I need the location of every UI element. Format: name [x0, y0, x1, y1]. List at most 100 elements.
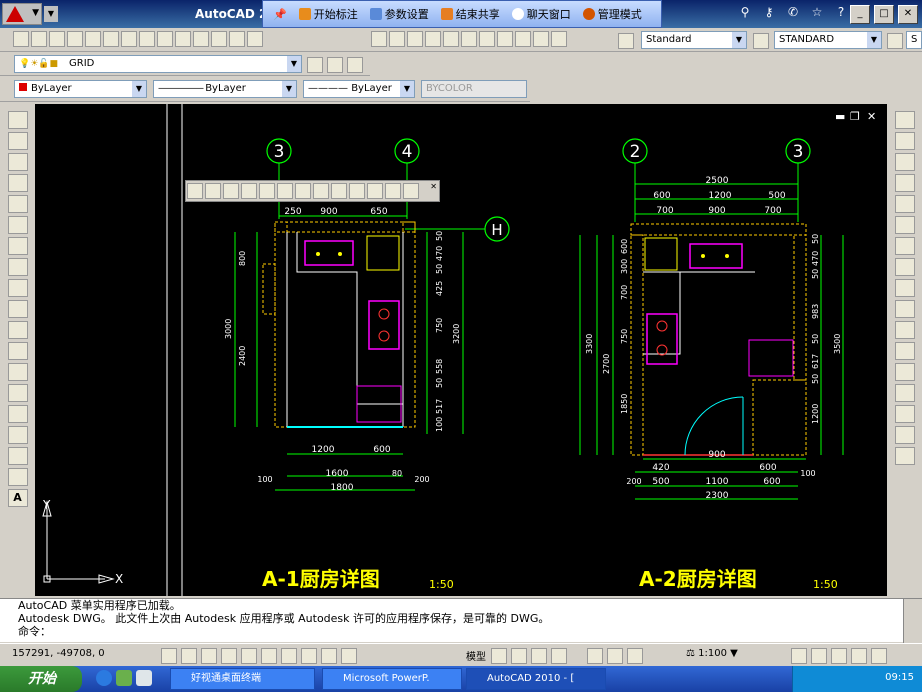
application-menu-button[interactable]: ▼ [2, 3, 42, 25]
radius-icon[interactable] [259, 183, 275, 199]
insert-block-icon[interactable] [7, 342, 28, 360]
break-at-point-icon[interactable] [894, 342, 915, 360]
jogged-icon[interactable] [277, 183, 293, 199]
design-center-icon[interactable] [461, 31, 477, 47]
linear-dim-icon[interactable] [187, 183, 203, 199]
circle-icon[interactable] [7, 237, 28, 255]
aligned-dim-icon[interactable] [205, 183, 221, 199]
dim-style-select[interactable]: STANDARD ▼ [774, 31, 882, 49]
continue-icon[interactable] [367, 183, 383, 199]
erase-icon[interactable] [894, 111, 915, 129]
properties-icon[interactable] [443, 31, 459, 47]
chamfer-icon[interactable] [894, 405, 915, 423]
undo-icon[interactable] [229, 31, 245, 47]
fillet-icon[interactable] [894, 426, 915, 444]
quick-view-drawings-icon[interactable] [531, 648, 547, 664]
print-icon[interactable] [67, 31, 83, 47]
polar-tracking-icon[interactable] [221, 648, 237, 664]
point-icon[interactable] [7, 384, 28, 402]
construction-line-icon[interactable] [7, 132, 28, 150]
copy-icon[interactable] [157, 31, 173, 47]
spline-icon[interactable] [7, 279, 28, 297]
layout-icon[interactable] [491, 648, 507, 664]
firefox-icon[interactable] [116, 670, 132, 686]
table-style-select[interactable]: S [906, 31, 922, 49]
quick-dim-icon[interactable] [331, 183, 347, 199]
zoom-realtime-icon[interactable] [389, 31, 405, 47]
match-properties-icon[interactable] [193, 31, 209, 47]
diameter-icon[interactable] [295, 183, 311, 199]
new-file-icon[interactable] [13, 31, 29, 47]
quick-view-layouts-icon[interactable] [511, 648, 527, 664]
collab-start-annotation-button[interactable]: 开始标注 [295, 6, 362, 22]
minimize-button[interactable]: _ [850, 5, 870, 24]
task-button[interactable]: AutoCAD 2010 - [ [466, 668, 606, 690]
pan-icon[interactable] [371, 31, 387, 47]
baseline-icon[interactable] [349, 183, 365, 199]
command-scrollbar[interactable] [903, 599, 922, 643]
angular-icon[interactable] [313, 183, 329, 199]
offset-icon[interactable] [894, 174, 915, 192]
dynamic-input-icon[interactable] [301, 648, 317, 664]
close-icon[interactable]: ✕ [430, 182, 437, 191]
region-icon[interactable] [7, 447, 28, 465]
desktop-icon[interactable] [136, 670, 152, 686]
mirror-icon[interactable] [894, 153, 915, 171]
formula-icon[interactable] [403, 183, 419, 199]
grid-display-icon[interactable] [181, 648, 197, 664]
arc-length-icon[interactable] [223, 183, 239, 199]
lock-icon[interactable] [811, 648, 827, 664]
object-snap-icon[interactable] [241, 648, 257, 664]
hatch-icon[interactable] [7, 405, 28, 423]
canvas-close-icon[interactable]: ✕ [867, 110, 876, 123]
canvas-minimize-icon[interactable]: ▬ [835, 110, 845, 123]
stretch-icon[interactable] [894, 279, 915, 297]
extend-icon[interactable] [894, 321, 915, 339]
ellipse-icon[interactable] [7, 300, 28, 318]
collab-chat-button[interactable]: 聊天窗口 [508, 6, 575, 22]
multiline-text-icon[interactable]: A [7, 489, 28, 507]
annotation-scale[interactable]: ⚖ 1:100 ▼ [686, 648, 738, 659]
ortho-mode-icon[interactable] [201, 648, 217, 664]
start-button[interactable]: 开始 [0, 666, 82, 692]
polygon-icon[interactable] [7, 174, 28, 192]
explode-icon[interactable] [894, 447, 915, 465]
move-icon[interactable] [894, 216, 915, 234]
snap-mode-icon[interactable] [161, 648, 177, 664]
quick-access-dropdown[interactable]: ▼ [44, 6, 58, 22]
binoculars-icon[interactable]: ⚲ [736, 5, 754, 21]
layer-previous-icon[interactable] [307, 57, 323, 73]
dynamic-ucs-icon[interactable] [281, 648, 297, 664]
make-current-icon[interactable] [347, 57, 363, 73]
canvas-restore-icon[interactable]: ❐ [850, 110, 860, 123]
star-icon[interactable]: ☆ [808, 5, 826, 21]
task-button[interactable]: 好视通桌面终端 [170, 668, 315, 690]
maximize-button[interactable]: □ [874, 5, 894, 24]
array-icon[interactable] [894, 195, 915, 213]
linetype-select[interactable]: ————— ByLayer ▼ [153, 80, 297, 98]
arc-icon[interactable] [7, 216, 28, 234]
color-select[interactable]: ByLayer ▼ [14, 80, 147, 98]
steeringwheel-icon[interactable] [607, 648, 623, 664]
help-icon[interactable] [551, 31, 567, 47]
3d-dwf-icon[interactable] [121, 31, 137, 47]
ordinate-icon[interactable] [241, 183, 257, 199]
table-icon[interactable] [7, 468, 28, 486]
cut-icon[interactable] [139, 31, 155, 47]
make-block-icon[interactable] [7, 363, 28, 381]
collab-pin-button[interactable]: 📌 [269, 8, 291, 21]
object-snap-tracking-icon[interactable] [261, 648, 277, 664]
break-icon[interactable] [894, 363, 915, 381]
redo-icon[interactable] [247, 31, 263, 47]
showmotion-icon[interactable] [627, 648, 643, 664]
pan-icon[interactable] [551, 648, 567, 664]
markup-icon[interactable] [515, 31, 531, 47]
copy-object-icon[interactable] [894, 132, 915, 150]
block-editor-icon[interactable] [211, 31, 227, 47]
quickcalc-icon[interactable] [533, 31, 549, 47]
sheet-set-icon[interactable] [497, 31, 513, 47]
text-style-select[interactable]: Standard ▼ [641, 31, 747, 49]
polyline-icon[interactable] [7, 153, 28, 171]
collab-admin-button[interactable]: 管理模式 [579, 6, 646, 22]
task-button[interactable]: Microsoft PowerP. [322, 668, 462, 690]
